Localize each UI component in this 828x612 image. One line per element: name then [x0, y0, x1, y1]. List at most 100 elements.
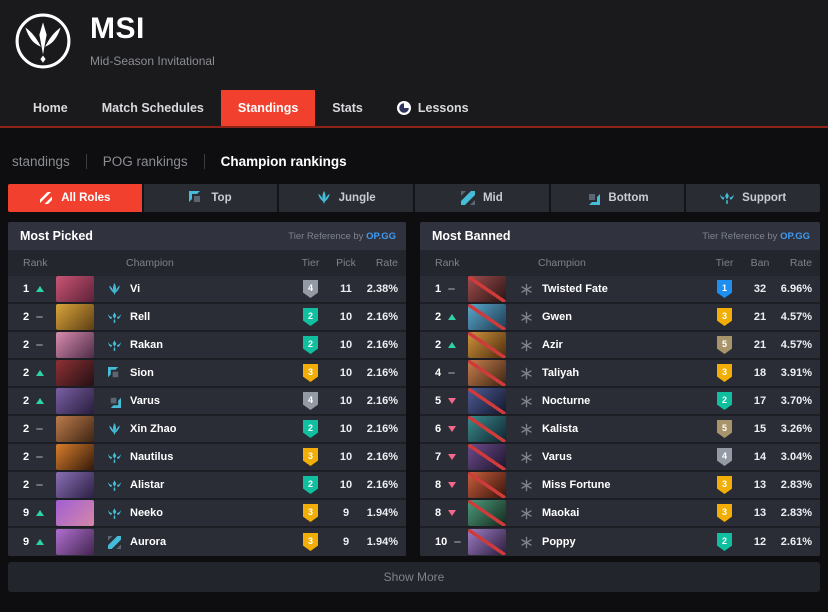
tier-badge: 4	[303, 392, 318, 410]
rate-value: 2.38%	[364, 283, 406, 295]
tier-badge: 4	[303, 280, 318, 298]
table-row[interactable]: 9 Aurora 3 9 1.94%	[8, 528, 406, 556]
table-row[interactable]: 2 Rell 2 10 2.16%	[8, 304, 406, 332]
table-row[interactable]: 8 Miss Fortune 3 13 2.83%	[420, 472, 820, 500]
champion-thumbnail	[56, 304, 94, 330]
rate-value: 2.61%	[778, 536, 820, 548]
most-banned-rows: 1 Twisted Fate 1 32 6.96% 2 Gwen 3 21 4.…	[420, 276, 820, 556]
table-row[interactable]: 2 Azir 5 21 4.57%	[420, 332, 820, 360]
rankings-tables: Most Picked Tier Reference by OP.GG Rank…	[8, 222, 820, 556]
table-row[interactable]: 7 Varus 4 14 3.04%	[420, 444, 820, 472]
opgg-link[interactable]: OP.GG	[366, 231, 396, 242]
tier-badge: 3	[303, 448, 318, 466]
show-more-button[interactable]: Show More	[8, 562, 820, 592]
champion-thumbnail	[56, 360, 94, 386]
role-icon	[102, 367, 126, 380]
champion-thumbnail	[468, 304, 506, 330]
rank-change-icon	[36, 456, 43, 458]
table-row[interactable]: 8 Maokai 3 13 2.83%	[420, 500, 820, 528]
rank-change-icon	[36, 484, 43, 486]
rank-change-icon	[448, 342, 456, 348]
role-tab-all-roles[interactable]: All Roles	[8, 184, 144, 212]
rate-value: 4.57%	[778, 311, 820, 323]
role-tab-support[interactable]: Support	[686, 184, 820, 212]
table-row[interactable]: 2 Sion 3 10 2.16%	[8, 360, 406, 388]
role-icon	[514, 283, 538, 296]
tier-badge: 2	[303, 476, 318, 494]
table-row[interactable]: 2 Xin Zhao 2 10 2.16%	[8, 416, 406, 444]
nav-item-match-schedules[interactable]: Match Schedules	[85, 90, 221, 126]
ban-slash-icon	[468, 472, 506, 498]
role-icon	[514, 311, 538, 324]
rank-change-icon	[448, 398, 456, 404]
role-icon	[102, 395, 126, 408]
page-subtitle: Mid-Season Invitational	[90, 54, 215, 68]
table-row[interactable]: 1 Twisted Fate 1 32 6.96%	[420, 276, 820, 304]
table-row[interactable]: 6 Kalista 5 15 3.26%	[420, 416, 820, 444]
table-row[interactable]: 2 Rakan 2 10 2.16%	[8, 332, 406, 360]
rate-value: 2.16%	[364, 451, 406, 463]
table-row[interactable]: 5 Nocturne 2 17 3.70%	[420, 388, 820, 416]
count-value: 9	[328, 507, 364, 519]
rank-number: 2	[23, 311, 29, 323]
role-filter-bar: All Roles Top Jungle Mid Bottom Support	[8, 184, 820, 212]
subnav-item-champion-rankings[interactable]: Champion rankings	[217, 154, 351, 169]
tier-badge: 3	[717, 364, 732, 382]
table-row[interactable]: 10 Poppy 2 12 2.61%	[420, 528, 820, 556]
ban-slash-icon	[468, 444, 506, 470]
tier-badge: 5	[717, 420, 732, 438]
champion-thumbnail	[56, 276, 94, 302]
table-row[interactable]: 2 Nautilus 3 10 2.16%	[8, 444, 406, 472]
count-value: 12	[742, 536, 778, 548]
rate-value: 2.83%	[778, 507, 820, 519]
rank-number: 2	[23, 367, 29, 379]
role-tab-bottom[interactable]: Bottom	[551, 184, 687, 212]
rank-change-icon	[36, 428, 43, 430]
rate-value: 4.57%	[778, 339, 820, 351]
count-value: 21	[742, 339, 778, 351]
role-tab-jungle[interactable]: Jungle	[279, 184, 415, 212]
rank-change-icon	[36, 316, 43, 318]
rate-value: 3.04%	[778, 451, 820, 463]
champion-name: Alistar	[126, 479, 293, 491]
tier-badge: 2	[303, 420, 318, 438]
role-icon	[102, 283, 126, 296]
most-picked-column-header: Rank Champion Tier Pick Rate	[8, 250, 406, 276]
table-row[interactable]: 2 Gwen 3 21 4.57%	[420, 304, 820, 332]
ban-slash-icon	[468, 416, 506, 442]
count-value: 9	[328, 536, 364, 548]
role-tab-mid[interactable]: Mid	[415, 184, 551, 212]
nav-item-stats[interactable]: Stats	[315, 90, 380, 126]
subnav-item-standings[interactable]: standings	[8, 154, 74, 169]
role-tab-top[interactable]: Top	[144, 184, 280, 212]
role-icon	[514, 395, 538, 408]
rank-change-icon	[454, 541, 461, 543]
rate-value: 3.91%	[778, 367, 820, 379]
count-value: 17	[742, 395, 778, 407]
nav-item-standings[interactable]: Standings	[221, 90, 315, 126]
nav-item-lessons[interactable]: Lessons	[380, 90, 486, 126]
champion-thumbnail	[468, 276, 506, 302]
opgg-link[interactable]: OP.GG	[780, 231, 810, 242]
table-row[interactable]: 1 Vi 4 11 2.38%	[8, 276, 406, 304]
count-value: 10	[328, 451, 364, 463]
champion-thumbnail	[56, 388, 94, 414]
table-row[interactable]: 9 Neeko 3 9 1.94%	[8, 500, 406, 528]
rank-change-icon	[448, 314, 456, 320]
subnav-item-pog-rankings[interactable]: POG rankings	[99, 154, 192, 169]
lessons-icon	[397, 101, 411, 115]
champion-thumbnail	[56, 416, 94, 442]
table-row[interactable]: 2 Varus 4 10 2.16%	[8, 388, 406, 416]
rank-change-icon	[448, 426, 456, 432]
nav-item-home[interactable]: Home	[16, 90, 85, 126]
tier-badge: 3	[303, 364, 318, 382]
champion-thumbnail	[468, 472, 506, 498]
table-row[interactable]: 4 Taliyah 3 18 3.91%	[420, 360, 820, 388]
table-row[interactable]: 2 Alistar 2 10 2.16%	[8, 472, 406, 500]
champion-name: Rell	[126, 311, 293, 323]
main-nav: Home Match Schedules Standings Stats Les…	[0, 90, 828, 128]
role-icon	[514, 339, 538, 352]
count-value: 10	[328, 395, 364, 407]
rank-number: 4	[435, 367, 441, 379]
ban-slash-icon	[468, 529, 506, 555]
